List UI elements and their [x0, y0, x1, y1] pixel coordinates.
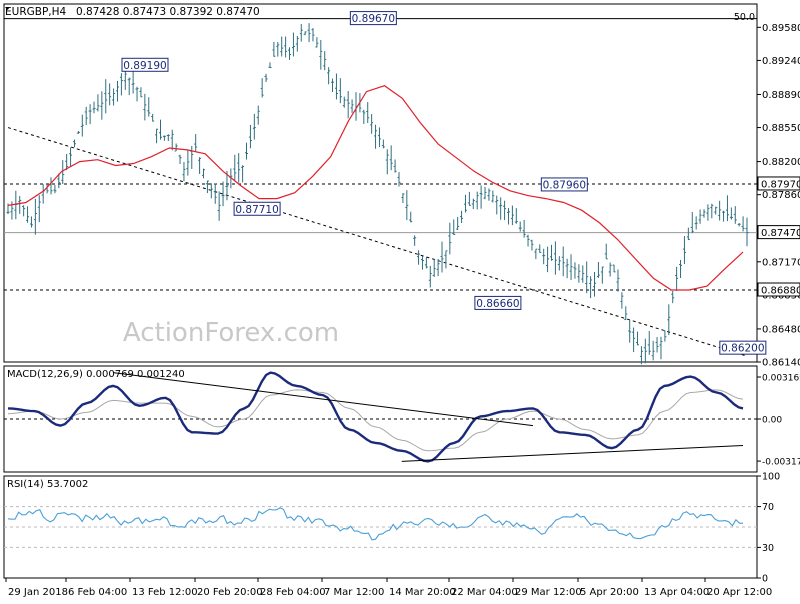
rsi-line [7, 507, 743, 541]
macd-axis-label: -0.003177 [762, 458, 800, 468]
price-axis-label: 0.89240 [762, 56, 800, 67]
x-axis-label: 28 Feb 04:00 [260, 587, 326, 598]
moving-average-line [7, 85, 744, 291]
macd-line [7, 371, 744, 463]
macd-trendline-0 [112, 372, 534, 427]
ohlc-label: 0.87428 0.87473 0.87392 0.87470 [76, 6, 260, 18]
axis-level-86880: 0.86880 [761, 286, 800, 297]
price-annotation-5: 0.86200 [721, 343, 764, 355]
x-axis-label: 20 Apr 12:00 [707, 587, 772, 598]
price-annotation-3: 0.87960 [543, 179, 586, 191]
chart-canvas: 0.89670 0.89190 0.87710 0.87960 0.86660 0.862… [3, 3, 800, 598]
rsi-axis-label: 70 [762, 502, 774, 513]
x-axis-label: 29 Jan 2018 [8, 587, 68, 598]
x-axis-label: 14 Mar 20:00 [389, 587, 456, 598]
price-axis-label: 0.86140 [762, 358, 800, 369]
macd-panel-frame [3, 365, 758, 473]
axis-level-87970: 0.87970 [761, 179, 800, 190]
forex-chart: 0.89670 0.89190 0.87710 0.87960 0.86660 0.862… [0, 0, 800, 600]
x-axis-label: 6 Feb 04:00 [68, 587, 127, 598]
macd-axis-label: 0.00 [762, 416, 782, 426]
price-axis-label: 0.89580 [762, 23, 800, 34]
price-axis-label: 0.87170 [762, 257, 800, 268]
axis-current-price: 0.87470 [761, 228, 800, 239]
rsi-axis-label: 0 [762, 574, 768, 585]
rsi-axis-label: 100 [762, 472, 780, 483]
x-axis-label: 20 Feb 20:00 [197, 587, 263, 598]
macd-signal-line [7, 389, 744, 452]
x-axis-label: 29 Mar 12:00 [515, 587, 582, 598]
x-axis-label: 7 Mar 12:00 [324, 587, 384, 598]
price-annotation-1: 0.89190 [123, 60, 166, 72]
rsi-panel-frame [3, 475, 758, 579]
symbol-label: EURGBP,H4 [5, 6, 67, 18]
rsi-title: RSI(14) 53.7002 [7, 479, 88, 490]
x-axis-label: 22 Mar 04:00 [451, 587, 518, 598]
price-axis-label: 0.88550 [762, 123, 800, 134]
price-panel-frame [3, 3, 758, 363]
watermark: ActionForex.com [123, 318, 339, 348]
price-axis-label: 0.86480 [762, 324, 800, 335]
rsi-axis-label: 30 [762, 543, 774, 554]
macd-axis-label: 0.003169 [762, 374, 800, 384]
macd-title: MACD(12,26,9) 0.000769 0.001240 [7, 369, 185, 380]
price-annotation-2: 0.87710 [235, 204, 278, 216]
price-annotation-0: 0.89670 [352, 13, 395, 25]
price-axis-label: 0.88200 [762, 157, 800, 168]
price-annotation-4: 0.86660 [476, 298, 519, 310]
x-axis-label: 13 Apr 04:00 [644, 587, 709, 598]
fib-level-label: 50.0 [734, 12, 755, 23]
price-axis-label: 0.88890 [762, 90, 800, 101]
price-trendline [7, 127, 748, 357]
price-axis-label: 0.87860 [762, 190, 800, 201]
x-axis-label: 13 Feb 12:00 [132, 587, 198, 598]
x-axis-label: 5 Apr 20:00 [580, 587, 639, 598]
